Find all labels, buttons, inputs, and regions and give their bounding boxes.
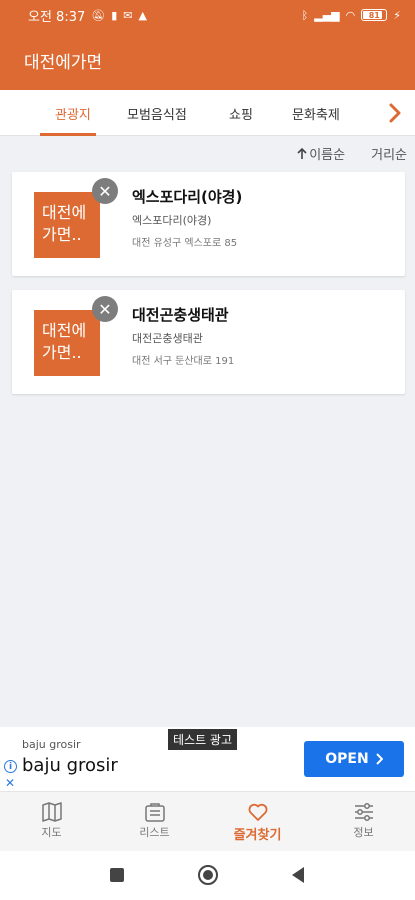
thumbnail-text-line: 가면.. xyxy=(42,343,82,362)
nav-map[interactable]: 지도 xyxy=(0,792,103,852)
favorite-card[interactable]: 대전에 가면.. ✕ 엑스포다리(야경) 엑스포다리(야경) 대전 유성구 엑스… xyxy=(12,172,405,276)
ad-open-button[interactable]: OPEN xyxy=(304,741,404,777)
app-title: 대전에가면 xyxy=(24,52,103,73)
status-bar: 오전 8:37 🔕︎ ▮ ✉︎ ▲ ᛒ ▂▄▆ ◠ 81 ⚡︎ xyxy=(0,0,415,30)
thumbnail-text-line: 대전에 xyxy=(42,321,87,340)
status-time: 오전 8:37 xyxy=(28,9,86,25)
nav-info-label: 정보 xyxy=(353,826,374,839)
card-subtitle: 대전곤충생태관 xyxy=(132,332,203,345)
signal-icon: ▂▄▆ xyxy=(314,8,340,22)
tab-model-restaurants[interactable]: 모범음식점 xyxy=(127,90,187,136)
charging-icon: ⚡︎ xyxy=(393,8,401,22)
test-ad-badge: 테스트 광고 xyxy=(168,729,238,750)
tab-shopping[interactable]: 쇼핑 xyxy=(229,90,253,136)
mail-icon: ✉︎ xyxy=(123,8,133,22)
ad-close-icon[interactable]: ✕ xyxy=(5,776,15,790)
nav-map-label: 지도 xyxy=(41,826,62,839)
sort-by-distance-button[interactable]: 거리순 xyxy=(371,144,407,163)
card-address: 대전 유성구 엑스포로 85 xyxy=(132,238,238,249)
chevron-right-icon xyxy=(376,753,383,765)
thumbnail-text-line: 대전에 xyxy=(42,203,87,222)
chevron-right-icon[interactable] xyxy=(381,90,409,136)
card-address: 대전 서구 둔산대로 191 xyxy=(132,356,235,367)
active-tab-indicator xyxy=(40,133,96,136)
back-icon[interactable] xyxy=(286,863,310,887)
card-thumbnail: 대전에 가면.. xyxy=(34,310,100,376)
tab-culture-festival[interactable]: 문화축제 xyxy=(292,90,340,136)
bottom-navigation: 지도 리스트 즐겨찾기 정보 xyxy=(0,791,415,851)
card-subtitle: 엑스포다리(야경) xyxy=(132,214,212,227)
map-icon xyxy=(41,802,62,822)
remove-favorite-close-icon[interactable]: ✕ xyxy=(92,296,118,322)
category-tabs: 관광지 모범음식점 쇼핑 문화축제 xyxy=(0,90,415,136)
card-title: 대전곤충생태관 xyxy=(132,306,229,324)
settings-sliders-icon xyxy=(354,803,373,821)
ad-info-icon[interactable]: i xyxy=(4,760,17,773)
heart-icon xyxy=(248,803,267,821)
ad-advertiser-small: baju grosir xyxy=(22,738,81,751)
nav-list-label: 리스트 xyxy=(139,826,170,839)
nav-favorites-label: 즐겨찾기 xyxy=(233,828,282,843)
sort-bar: 이름순 거리순 xyxy=(297,144,407,163)
system-navigation-bar xyxy=(0,851,415,900)
nav-list[interactable]: 리스트 xyxy=(103,792,206,852)
nav-favorites[interactable]: 즐겨찾기 xyxy=(206,792,309,852)
list-icon xyxy=(144,803,165,822)
remove-favorite-close-icon[interactable]: ✕ xyxy=(92,178,118,204)
ad-advertiser-name: baju grosir xyxy=(22,755,118,776)
app-bar: 대전에가면 xyxy=(0,30,415,90)
trash-icon: ▮ xyxy=(111,8,118,22)
recent-apps-icon[interactable] xyxy=(105,863,129,887)
home-icon[interactable] xyxy=(196,863,220,887)
card-title: 엑스포다리(야경) xyxy=(132,188,243,206)
tab-tourist-spots[interactable]: 관광지 xyxy=(55,90,91,136)
ad-banner[interactable]: 테스트 광고 baju grosir i ✕ baju grosir OPEN xyxy=(0,727,415,791)
sort-by-name-label: 이름순 xyxy=(309,148,346,163)
ad-open-label: OPEN xyxy=(325,751,369,767)
warning-icon: ▲ xyxy=(138,8,147,22)
nav-info[interactable]: 정보 xyxy=(312,792,415,852)
bluetooth-icon: ᛒ xyxy=(301,8,309,22)
battery-icon: 81 xyxy=(361,9,388,21)
wifi-icon: ◠ xyxy=(345,8,356,22)
thumbnail-text-line: 가면.. xyxy=(42,225,82,244)
notification-off-icon: 🔕︎ xyxy=(91,8,106,22)
favorite-card[interactable]: 대전에 가면.. ✕ 대전곤충생태관 대전곤충생태관 대전 서구 둔산대로 19… xyxy=(12,290,405,394)
arrow-up-icon xyxy=(297,147,307,159)
sort-by-name-button[interactable]: 이름순 xyxy=(297,144,345,163)
card-thumbnail: 대전에 가면.. xyxy=(34,192,100,258)
